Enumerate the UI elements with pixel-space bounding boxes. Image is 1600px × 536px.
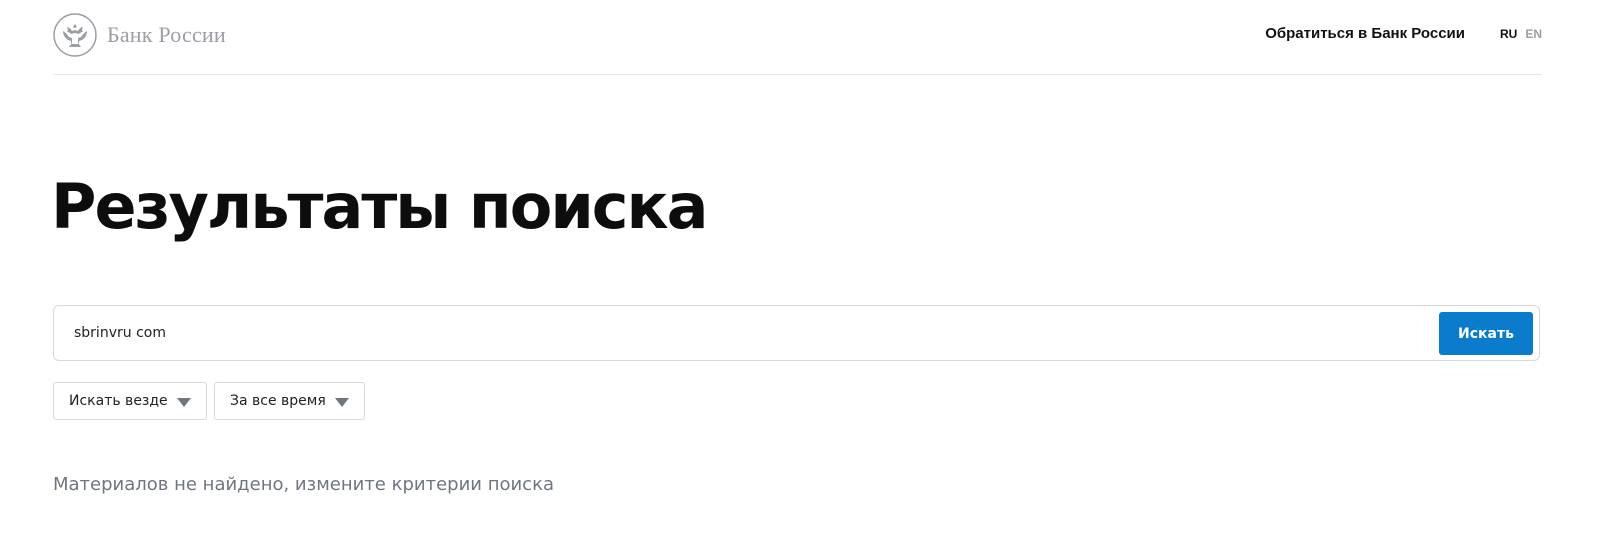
language-en-link[interactable]: EN xyxy=(1525,27,1542,41)
search-input[interactable] xyxy=(74,320,1374,346)
bank-emblem-icon xyxy=(53,13,97,57)
logo-text: Банк России xyxy=(107,22,226,47)
search-button[interactable]: Искать xyxy=(1439,312,1533,355)
chevron-down-icon xyxy=(335,398,349,407)
chevron-down-icon xyxy=(177,398,191,407)
site-header: Банк России Обратиться в Банк России RU … xyxy=(53,0,1542,75)
search-box: Искать xyxy=(53,305,1540,361)
language-ru-link[interactable]: RU xyxy=(1500,27,1517,41)
page-title: Результаты поиска xyxy=(51,170,708,243)
contact-bank-link[interactable]: Обратиться в Банк России xyxy=(1265,25,1465,42)
language-switcher: RU EN xyxy=(1500,27,1542,41)
logo-link[interactable]: Банк России xyxy=(53,13,226,57)
search-scope-label: Искать везде xyxy=(69,393,168,409)
search-period-label: За все время xyxy=(230,393,326,409)
search-scope-select[interactable]: Искать везде xyxy=(53,382,207,420)
search-period-select[interactable]: За все время xyxy=(214,382,365,420)
no-results-message: Материалов не найдено, измените критерии… xyxy=(53,474,554,495)
